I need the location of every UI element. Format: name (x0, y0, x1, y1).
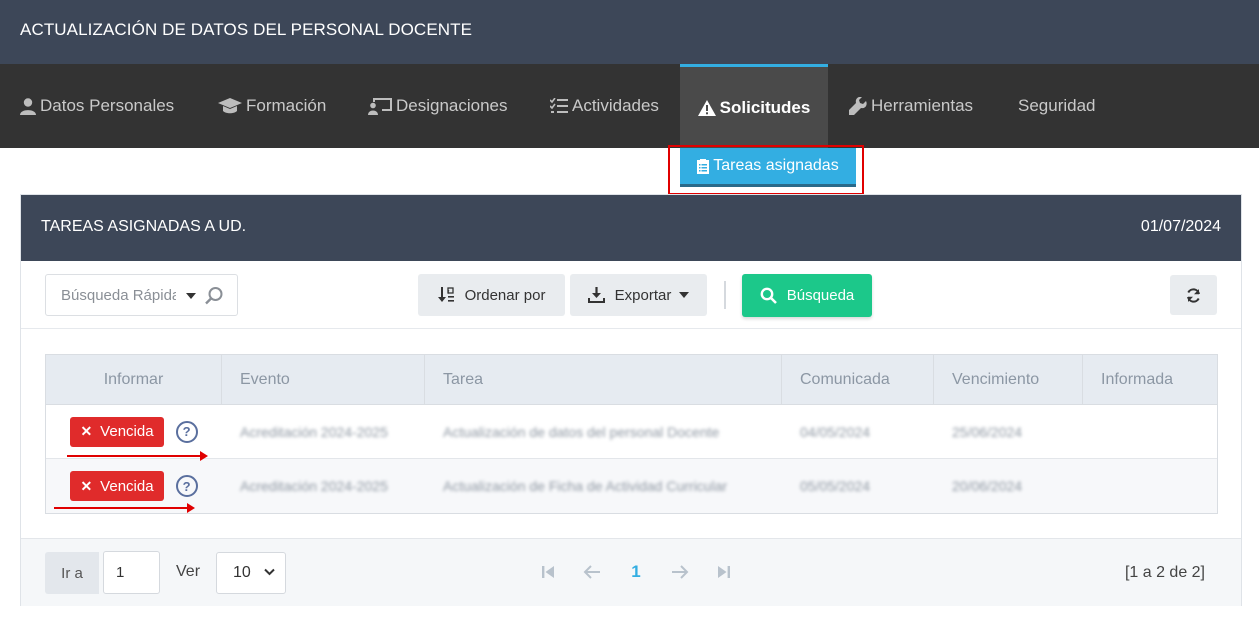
download-icon (587, 287, 605, 303)
last-page-button[interactable] (713, 559, 735, 585)
annotation-arrow (67, 451, 208, 461)
tarea-cell: Actualización de datos del personal Doce… (443, 423, 720, 440)
sort-icon: ↑ (437, 287, 454, 302)
caret-down-icon[interactable] (186, 293, 196, 299)
tarea-cell: Actualización de Ficha de Actividad Curr… (443, 478, 728, 494)
toolbar-divider (724, 281, 726, 309)
nav-item-datos-personales[interactable]: Datos Personales (20, 64, 174, 148)
export-label: Exportar (614, 286, 672, 304)
pager: 1 (537, 559, 757, 585)
column-header[interactable]: Vencimiento (934, 355, 1083, 405)
next-page-button[interactable] (669, 559, 691, 585)
last-page-icon (718, 566, 730, 578)
table-row: ✕ Vencida ? Acreditación 2024-2025 Actua… (46, 459, 1217, 513)
toolbar: Búsqueda Rápida ↑ Ordenar por Exportar B… (21, 261, 1241, 329)
warning-icon (697, 99, 716, 116)
page-size-select[interactable]: 10 (216, 552, 286, 594)
nav-label: Actividades (572, 96, 659, 115)
vencida-button[interactable]: ✕ Vencida (70, 471, 164, 501)
panel-title: TAREAS ASIGNADAS A UD. (41, 218, 247, 235)
pagination-range: [1 a 2 de 2] (1124, 564, 1205, 581)
close-icon: ✕ (80, 423, 93, 439)
clipboard-icon (697, 159, 710, 174)
chevron-down-icon (264, 568, 275, 576)
quick-search-placeholder: Búsqueda Rápida (61, 287, 176, 304)
informar-cell: ✕ Vencida ? (46, 459, 222, 513)
vencimiento-cell: 25/06/2024 (952, 423, 1023, 440)
evento-cell: Acreditación 2024-2025 (240, 478, 388, 494)
current-page-label: 1 (631, 562, 641, 581)
help-icon[interactable]: ? (175, 420, 198, 443)
caret-down-icon (679, 292, 690, 298)
help-icon[interactable]: ? (175, 475, 198, 497)
panel-date: 01/07/2024 (1140, 218, 1221, 235)
page-size-value: 10 (233, 564, 251, 581)
column-header[interactable]: Tarea (425, 355, 782, 405)
submenu-tareas-asignadas[interactable]: Tareas asignadas (680, 148, 856, 187)
column-header[interactable]: Comunicada (782, 355, 934, 405)
tasks-icon (550, 98, 568, 113)
search-button[interactable]: Búsqueda (742, 274, 872, 317)
table-header: Informar Evento Tarea Comunicada Vencimi… (46, 355, 1217, 405)
app-header: ACTUALIZACIÓN DE DATOS DEL PERSONAL DOCE… (0, 0, 1259, 64)
evento-cell: Acreditación 2024-2025 (240, 423, 388, 440)
prev-page-button[interactable] (581, 559, 603, 585)
goto-label: Ir a (45, 552, 99, 594)
nav-item-actividades[interactable]: Actividades (550, 64, 659, 148)
first-page-icon (542, 566, 554, 578)
vencimiento-cell: 20/06/2024 (952, 478, 1023, 494)
nav-item-designaciones[interactable]: Designaciones (368, 64, 508, 148)
search-icon (760, 287, 777, 304)
status-label: Vencida (100, 477, 154, 495)
app-title: ACTUALIZACIÓN DE DATOS DEL PERSONAL DOCE… (20, 20, 473, 39)
status-label: Vencida (100, 423, 154, 440)
page-number-current[interactable]: 1 (625, 559, 647, 585)
nav-label: Datos Personales (40, 96, 175, 115)
column-header[interactable]: Evento (222, 355, 425, 405)
arrow-right-icon (672, 565, 689, 579)
refresh-button[interactable] (1170, 275, 1217, 315)
table-row: ✕ Vencida ? Acreditación 2024-2025 Actua… (46, 405, 1217, 459)
nav-label: Herramientas (871, 96, 974, 115)
nav-item-herramientas[interactable]: Herramientas (849, 64, 973, 148)
column-header[interactable]: Informada (1083, 355, 1217, 405)
comunicada-cell: 05/05/2024 (800, 478, 871, 494)
nav-item-formacion[interactable]: Formación (218, 64, 326, 148)
comunicada-cell: 04/05/2024 (800, 423, 871, 440)
arrow-left-icon (583, 565, 600, 579)
main-nav: Datos Personales Formación Designaciones… (0, 64, 1259, 148)
wrench-icon (849, 97, 867, 115)
informar-cell: ✕ Vencida ? (46, 405, 222, 459)
nav-item-solicitudes[interactable]: Solicitudes (680, 64, 828, 148)
search-icon[interactable] (204, 286, 224, 306)
graduation-cap-icon (218, 98, 242, 114)
quick-search-select[interactable]: Búsqueda Rápida (45, 274, 238, 316)
nav-label: Designaciones (396, 96, 508, 115)
goto-page-input[interactable] (103, 551, 160, 594)
sort-button[interactable]: ↑ Ordenar por (418, 274, 565, 316)
close-icon: ✕ (80, 477, 93, 494)
submenu-label: Tareas asignadas (713, 157, 839, 174)
informada-cell (1083, 459, 1217, 513)
nav-item-seguridad[interactable]: Seguridad (1018, 64, 1096, 148)
tasks-panel: TAREAS ASIGNADAS A UD. 01/07/2024 Búsque… (20, 194, 1242, 606)
first-page-button[interactable] (537, 559, 559, 585)
panel-header: TAREAS ASIGNADAS A UD. 01/07/2024 (21, 195, 1241, 261)
nav-label: Formación (246, 96, 327, 115)
informada-cell (1083, 405, 1217, 459)
nav-label: Solicitudes (719, 97, 811, 117)
page-size-label: Ver (176, 563, 201, 580)
chalkboard-teacher-icon (368, 97, 392, 115)
user-icon (20, 97, 36, 115)
refresh-icon (1187, 287, 1200, 303)
search-label: Búsqueda (786, 287, 855, 304)
column-header[interactable]: Informar (46, 355, 222, 405)
tasks-table: Informar Evento Tarea Comunicada Vencimi… (45, 354, 1218, 514)
nav-label: Seguridad (1018, 96, 1096, 115)
annotation-arrow (54, 503, 195, 513)
pagination-footer: Ir a Ver 10 1 [1 a 2 de 2] (21, 538, 1241, 606)
sort-label: Ordenar por (464, 286, 546, 304)
vencida-button[interactable]: ✕ Vencida (70, 416, 164, 447)
export-button[interactable]: Exportar (570, 274, 707, 316)
